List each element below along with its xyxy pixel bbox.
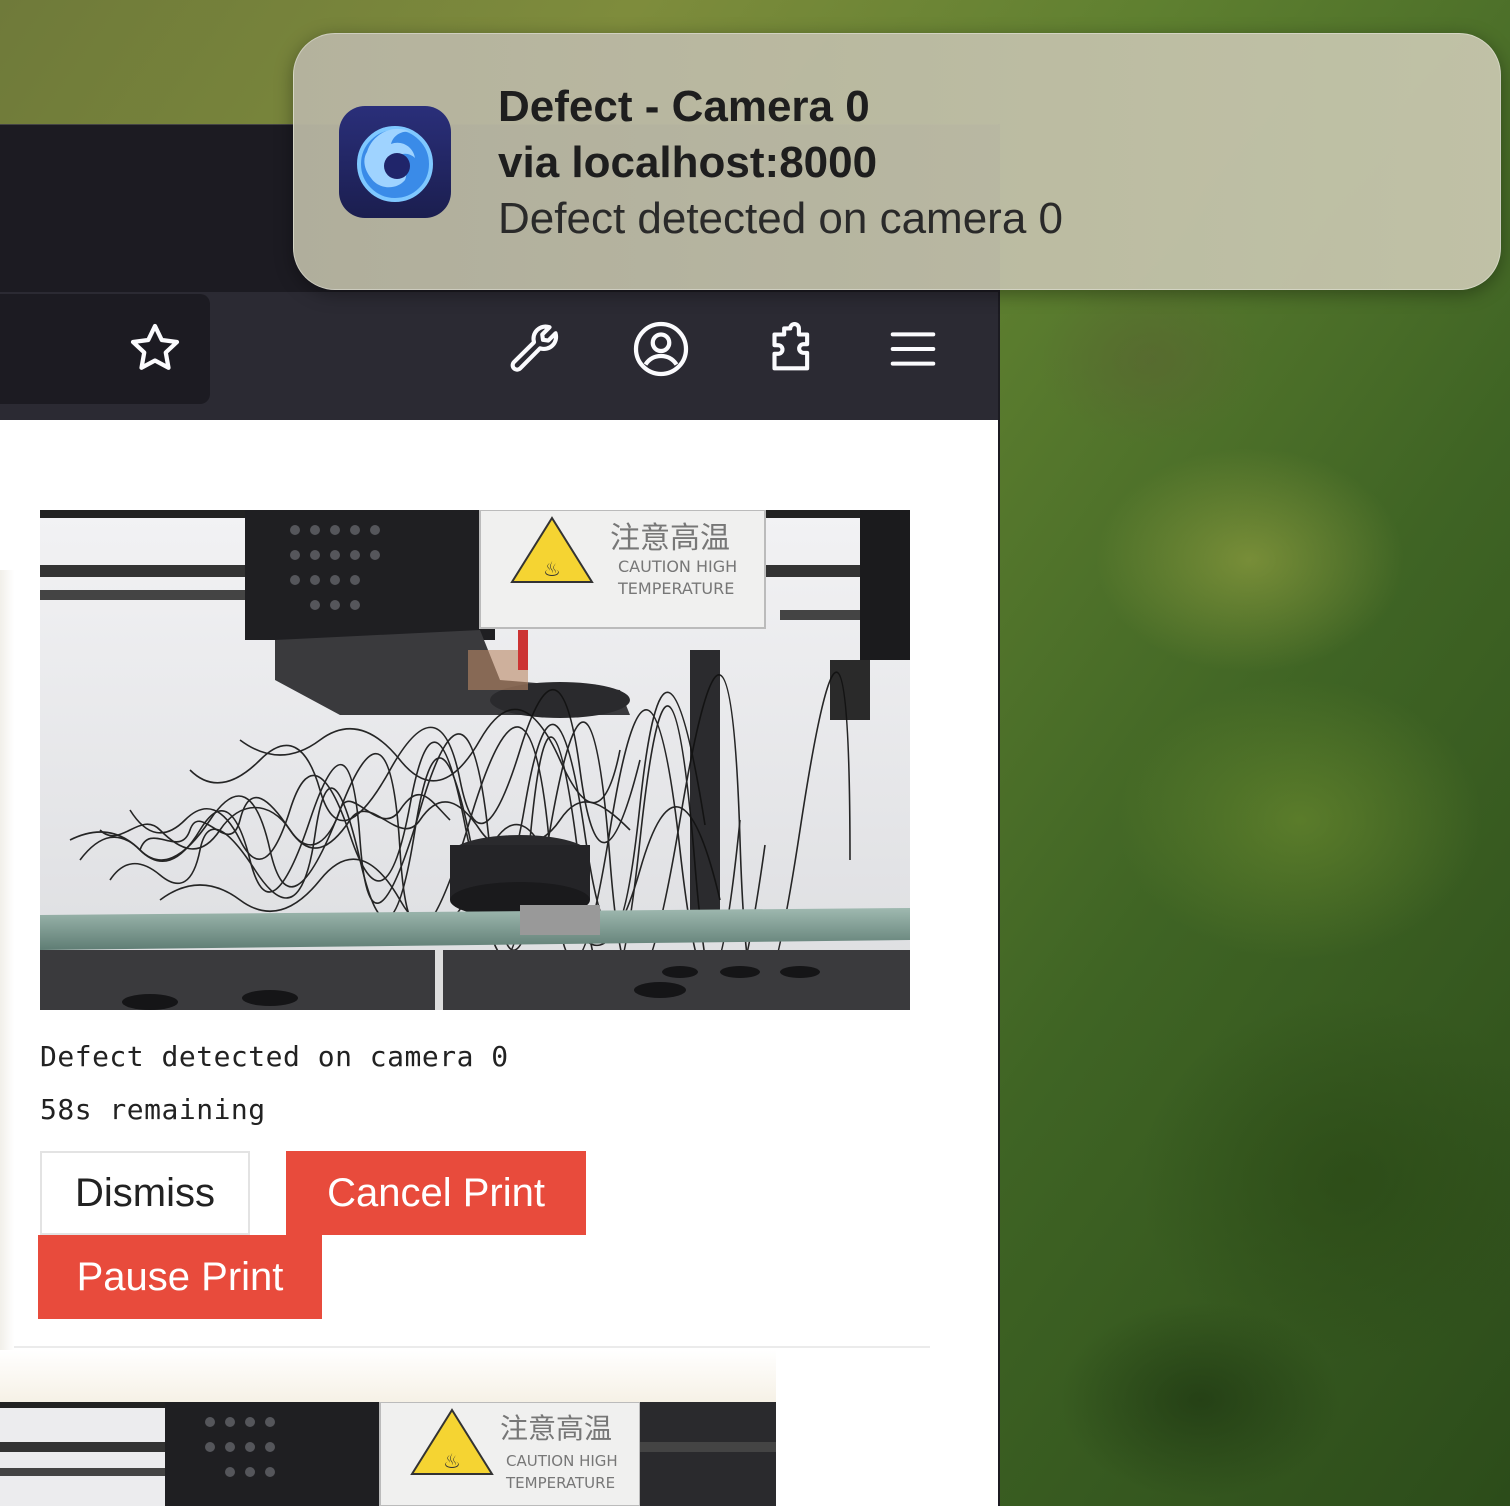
- camera-snapshot: ♨ 注意高温 CAUTION HIGH TEMPERATURE: [40, 510, 910, 1010]
- notification-subtitle: via localhost:8000: [498, 138, 878, 187]
- next-card-top: [0, 1350, 776, 1402]
- svg-text:♨: ♨: [443, 1449, 461, 1473]
- menu-icon[interactable]: [878, 314, 948, 384]
- page-content: ♨ 注意高温 CAUTION HIGH TEMPERATURE Defect d…: [0, 420, 998, 1506]
- firefox-developer-edition-icon: [339, 106, 451, 218]
- notification-title: Defect - Camera 0: [498, 82, 870, 131]
- defect-message: Defect detected on camera 0: [40, 1040, 509, 1073]
- svg-text:注意高温: 注意高温: [500, 1412, 612, 1445]
- navigation-toolbar: [0, 292, 998, 420]
- camera-snapshot-secondary: ♨ 注意高温 CAUTION HIGH TEMPERATURE: [0, 1402, 776, 1506]
- divider: [14, 1346, 930, 1348]
- wrench-icon[interactable]: [500, 314, 570, 384]
- svg-text:CAUTION HIGH: CAUTION HIGH: [618, 557, 737, 576]
- cancel-print-button[interactable]: Cancel Print: [286, 1151, 586, 1235]
- star-icon[interactable]: [120, 314, 190, 384]
- panel-edge: [0, 570, 14, 1400]
- extensions-icon[interactable]: [754, 314, 824, 384]
- notification-body: Defect detected on camera 0: [498, 194, 1063, 243]
- svg-text:TEMPERATURE: TEMPERATURE: [505, 1474, 615, 1492]
- dismiss-button[interactable]: Dismiss: [40, 1151, 250, 1235]
- url-bar[interactable]: [0, 294, 210, 404]
- warning-label-cn: 注意高温: [610, 521, 730, 556]
- countdown-text: 58s remaining: [40, 1093, 266, 1126]
- browser-window: ♨ 注意高温 CAUTION HIGH TEMPERATURE Defect d…: [0, 124, 1000, 1506]
- svg-text:TEMPERATURE: TEMPERATURE: [617, 579, 734, 598]
- svg-text:CAUTION HIGH: CAUTION HIGH: [506, 1452, 618, 1470]
- system-notification[interactable]: Defect - Camera 0 via localhost:8000 Def…: [293, 33, 1501, 290]
- svg-text:♨: ♨: [543, 557, 561, 581]
- account-icon[interactable]: [626, 314, 696, 384]
- pause-print-button[interactable]: Pause Print: [38, 1235, 322, 1319]
